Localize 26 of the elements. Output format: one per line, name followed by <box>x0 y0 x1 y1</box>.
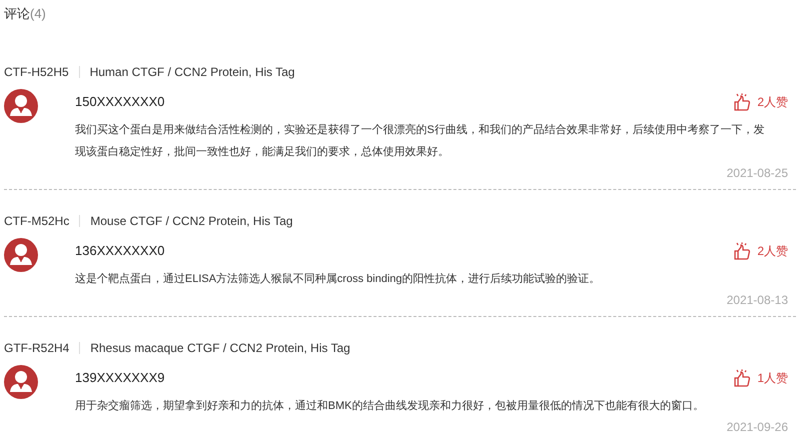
review-date: 2021-08-25 <box>726 165 788 182</box>
comment-count: (4) <box>30 5 46 23</box>
section-title: 评论 <box>4 5 30 23</box>
review-text: 我们买这个蛋白是用来做结合活性检测的，实验还是获得了一个很漂亮的S行曲线，和我们的产品结合效果非常好，后续使用中考察了一下，发现该蛋白稳定性好，批间一致性也好，能满足我们的要求，总体使用效果好。 <box>75 122 766 160</box>
review-text: 用于杂交瘤筛选，期望拿到好亲和力的抗体，通过和BMK的结合曲线发现亲和力很好，包被用量很低的情况下也能有很大的窗口。 <box>75 398 705 414</box>
product-code[interactable]: GTF-R52H4 <box>4 339 70 357</box>
product-name[interactable]: Human CTGF / CCN2 Protein, His Tag <box>90 63 295 81</box>
thumbs-up-icon[interactable] <box>733 242 752 260</box>
product-code[interactable]: CTF-H52H5 <box>4 63 69 81</box>
avatar-icon <box>4 89 38 123</box>
avatar-icon <box>4 365 38 399</box>
username: 139XXXXXXX9 <box>75 369 165 387</box>
username: 150XXXXXXX0 <box>75 93 165 111</box>
review-date: 2021-08-13 <box>726 292 788 309</box>
product-code[interactable]: CTF-M52Hc <box>4 212 70 230</box>
like-count: 2人赞 <box>757 94 788 111</box>
username: 136XXXXXXX0 <box>75 242 165 260</box>
review-text: 这是个靶点蛋白，通过ELISA方法筛选人猴鼠不同种属cross binding的阳性抗体，进行后续功能试验的验证。 <box>75 272 601 287</box>
avatar-icon <box>4 238 38 272</box>
product-name[interactable]: Rhesus macaque CTGF / CCN2 Protein, His Tag <box>90 339 350 357</box>
review-date: 2021-09-26 <box>726 419 788 436</box>
thumbs-up-icon[interactable] <box>733 93 752 111</box>
like-count: 1人赞 <box>757 370 788 387</box>
thumbs-up-icon[interactable] <box>733 369 752 387</box>
product-name[interactable]: Mouse CTGF / CCN2 Protein, His Tag <box>90 212 293 230</box>
like-count: 2人赞 <box>757 243 788 260</box>
